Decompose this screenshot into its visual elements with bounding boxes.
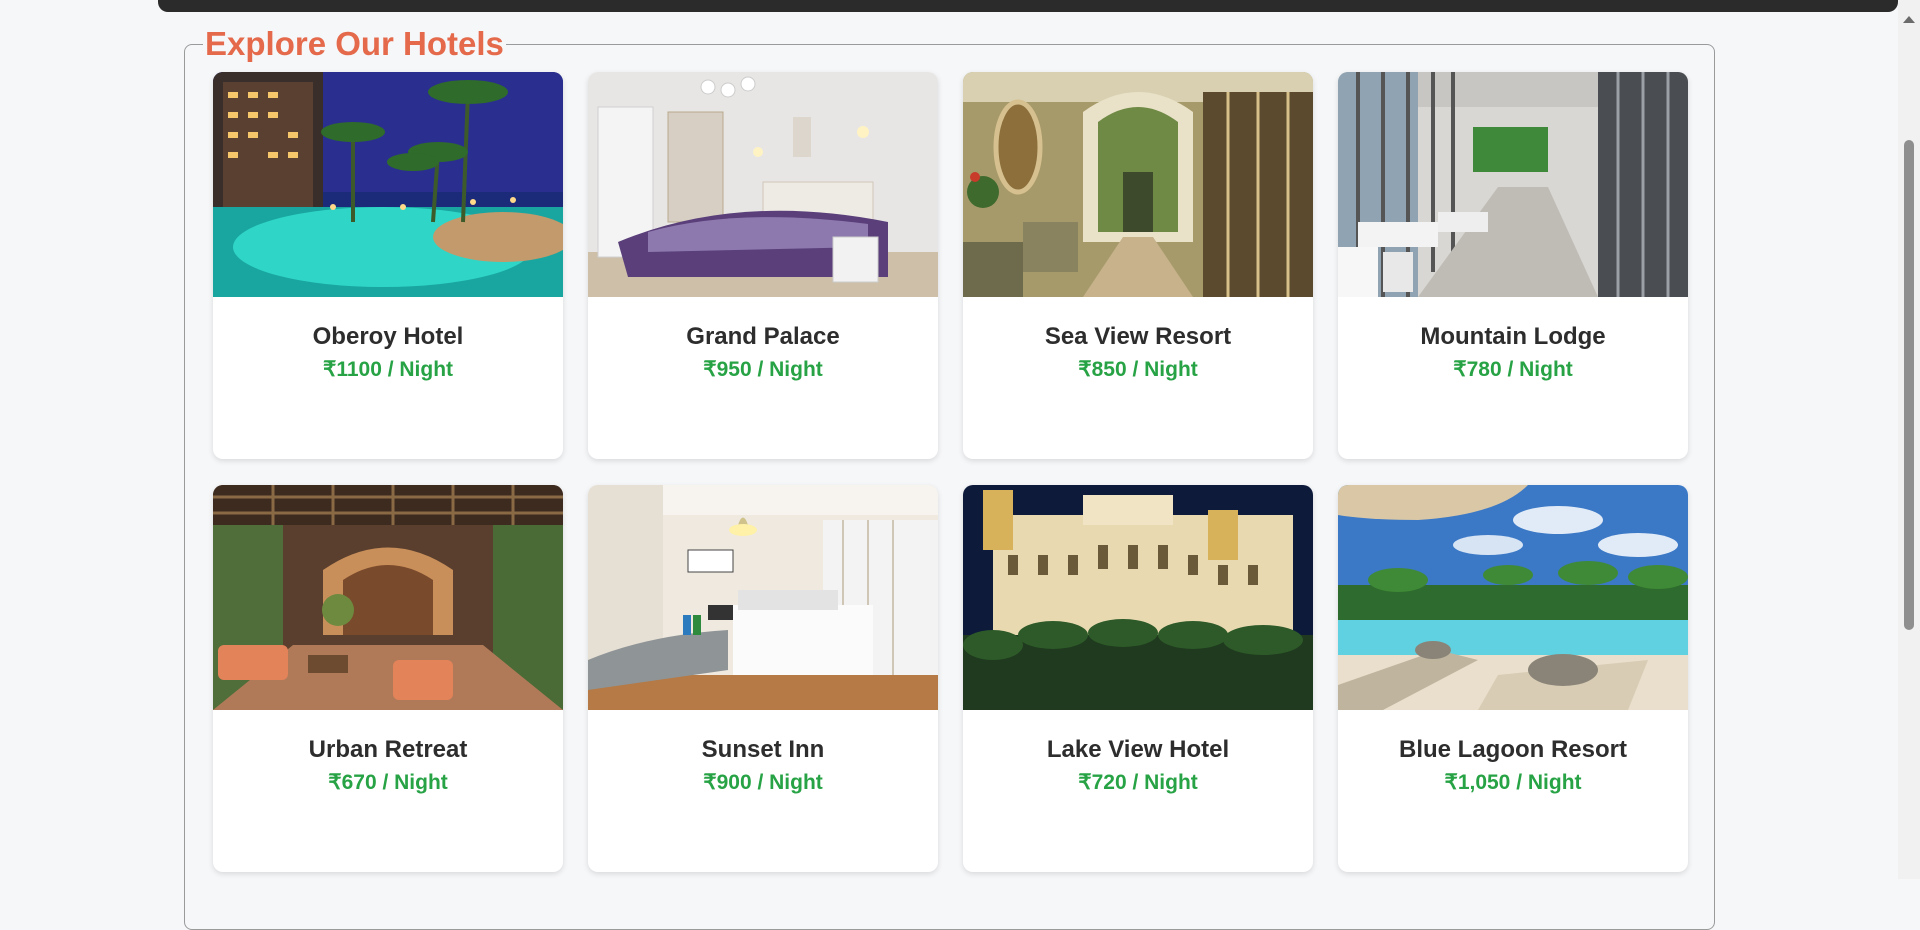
page-scrollbar[interactable] [1898,0,1920,879]
hotel-card[interactable]: Lake View Hotel ₹720 / Night [963,485,1313,872]
hotel-card[interactable]: Sunset Inn ₹900 / Night [588,485,938,872]
hotel-image-modern-room[interactable] [588,485,938,710]
hotel-name: Oberoy Hotel [312,323,464,350]
hotel-price: ₹850 / Night [1078,358,1198,381]
scroll-up-arrow-icon[interactable] [1903,16,1915,23]
hotel-card[interactable]: Grand Palace ₹950 / Night [588,72,938,459]
hotel-name: Blue Lagoon Resort [1398,736,1627,763]
hotel-price: ₹1,050 / Night [1444,771,1582,794]
section-title: Explore Our Hotels [205,25,504,62]
hotel-image-resort-pool-night[interactable] [213,72,563,297]
browser-top-edge [0,0,1920,12]
hotel-card[interactable]: Mountain Lodge ₹780 / Night [1338,72,1688,459]
hotel-name: Sea View Resort [1044,323,1232,350]
hotel-name: Grand Palace [686,323,840,350]
hotel-name: Mountain Lodge [1420,323,1606,350]
hotel-image-lobby-corridor[interactable] [963,72,1313,297]
hotel-image-bedroom[interactable] [588,72,938,297]
hotel-card[interactable]: Urban Retreat ₹670 / Night [213,485,563,872]
scrollbar-thumb[interactable] [1904,140,1914,630]
hotel-price: ₹900 / Night [703,771,823,794]
hotel-price: ₹950 / Night [703,358,823,381]
hotel-card[interactable]: Blue Lagoon Resort ₹1,050 / Night [1338,485,1688,872]
hotel-card[interactable]: Oberoy Hotel ₹1100 / Night [213,72,563,459]
hotel-name: Lake View Hotel [1046,736,1230,763]
hotel-image-lounge-hall[interactable] [1338,72,1688,297]
browser-chrome-bar [158,0,1898,12]
hotel-grid: Oberoy Hotel ₹1100 / Night Grand Palace … [213,72,1689,872]
hotel-name: Sunset Inn [701,736,825,763]
hotel-price: ₹670 / Night [328,771,448,794]
hotel-image-beach-pool[interactable] [1338,485,1688,710]
hotel-card[interactable]: Sea View Resort ₹850 / Night [963,72,1313,459]
hotel-price: ₹720 / Night [1078,771,1198,794]
hotel-price: ₹1100 / Night [322,358,454,381]
hotel-price: ₹780 / Night [1453,358,1573,381]
hotel-image-ornate-atrium[interactable] [213,485,563,710]
hotel-image-palace-night[interactable] [963,485,1313,710]
hotel-name: Urban Retreat [308,736,468,763]
